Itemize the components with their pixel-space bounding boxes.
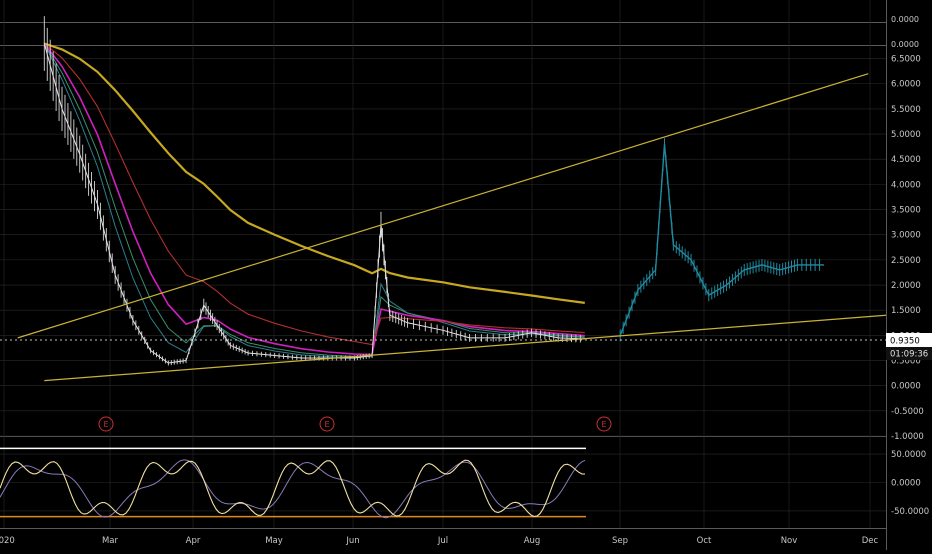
oscillator-series	[0, 447, 586, 519]
earnings-label: E	[324, 420, 329, 429]
price-tick-label: 4.5000	[891, 155, 921, 165]
time-tick-label: Sep	[612, 536, 628, 546]
time-tick-label: Dec	[862, 536, 879, 546]
price-tick-label: 4.0000	[891, 180, 921, 190]
ema-line-green	[43, 43, 585, 357]
price-tick-label: -0.5000	[891, 407, 924, 417]
price-tick-label: 3.5000	[891, 206, 921, 216]
time-tick-label: 2020	[0, 536, 15, 546]
price-tick-label: 6.0000	[891, 80, 921, 90]
ema-line-red	[43, 43, 585, 346]
price-tick-label: 3.0000	[891, 231, 921, 241]
price-tick-label: 5.5000	[891, 105, 921, 115]
price-tick-label: 6.5000	[891, 55, 921, 65]
price-axis[interactable]: -1.0000-0.50000.00000.50001.00001.50002.…	[891, 55, 924, 442]
osc-tick-label: 0.0000	[891, 479, 921, 489]
ema-line-gold	[43, 42, 585, 304]
earnings-marker[interactable]: E	[98, 416, 114, 432]
price-tick-label: 1.5000	[891, 306, 921, 316]
osc-tick-label: -50.0000	[891, 507, 929, 517]
earnings-marker[interactable]: E	[596, 416, 612, 432]
last-price-label: 0.9350	[890, 337, 920, 347]
osc-signal-line	[0, 459, 586, 519]
price-tick-label: 5.0000	[891, 130, 921, 140]
time-tick-label: Oct	[697, 536, 712, 546]
time-tick-label: Nov	[781, 536, 798, 546]
projection-line	[619, 144, 824, 336]
time-axis[interactable]: 2020 Mar Apr May Jun Jul Aug Sep Oct Nov Dec	[0, 536, 879, 546]
time-tick-label: Apr	[186, 536, 201, 546]
collapsed-pane-2-tick: 0.0000	[891, 40, 919, 49]
price-tick-label: 2.0000	[891, 281, 921, 291]
time-tick-label: Jul	[437, 536, 448, 546]
osc-main-line	[0, 459, 586, 518]
time-tick-label: May	[265, 536, 283, 546]
chart-stage[interactable]: 0.0000 0.0000 -1.0000 -0.5000 0.0000 0.5000…	[0, 0, 932, 550]
trading-chart[interactable]: 0.0000 0.0000 -1.0000-0.50000.00000.5000…	[0, 0, 932, 550]
last-price-badge: 0.9350	[886, 333, 932, 347]
countdown-badge: 01:09:36	[886, 347, 932, 360]
price-tick-label: 2.5000	[891, 256, 921, 266]
price-tick-label: 0.0000	[891, 382, 921, 392]
earnings-label: E	[601, 420, 606, 429]
price-series	[43, 16, 824, 366]
price-tick-label: -1.0000	[891, 432, 924, 442]
earnings-marker[interactable]: E	[319, 416, 335, 432]
osc-tick-label: 50.0000	[891, 450, 926, 460]
earnings-markers[interactable]: EEE	[98, 416, 612, 432]
ema-line-magenta	[43, 43, 585, 356]
time-tick-label: Aug	[524, 536, 541, 546]
time-tick-label: Mar	[102, 536, 119, 546]
time-tick-label: Jun	[345, 536, 359, 546]
price-line	[43, 43, 585, 364]
collapsed-pane-1-tick: 0.0000	[891, 15, 919, 24]
countdown-label: 01:09:36	[890, 350, 928, 360]
earnings-label: E	[103, 420, 108, 429]
